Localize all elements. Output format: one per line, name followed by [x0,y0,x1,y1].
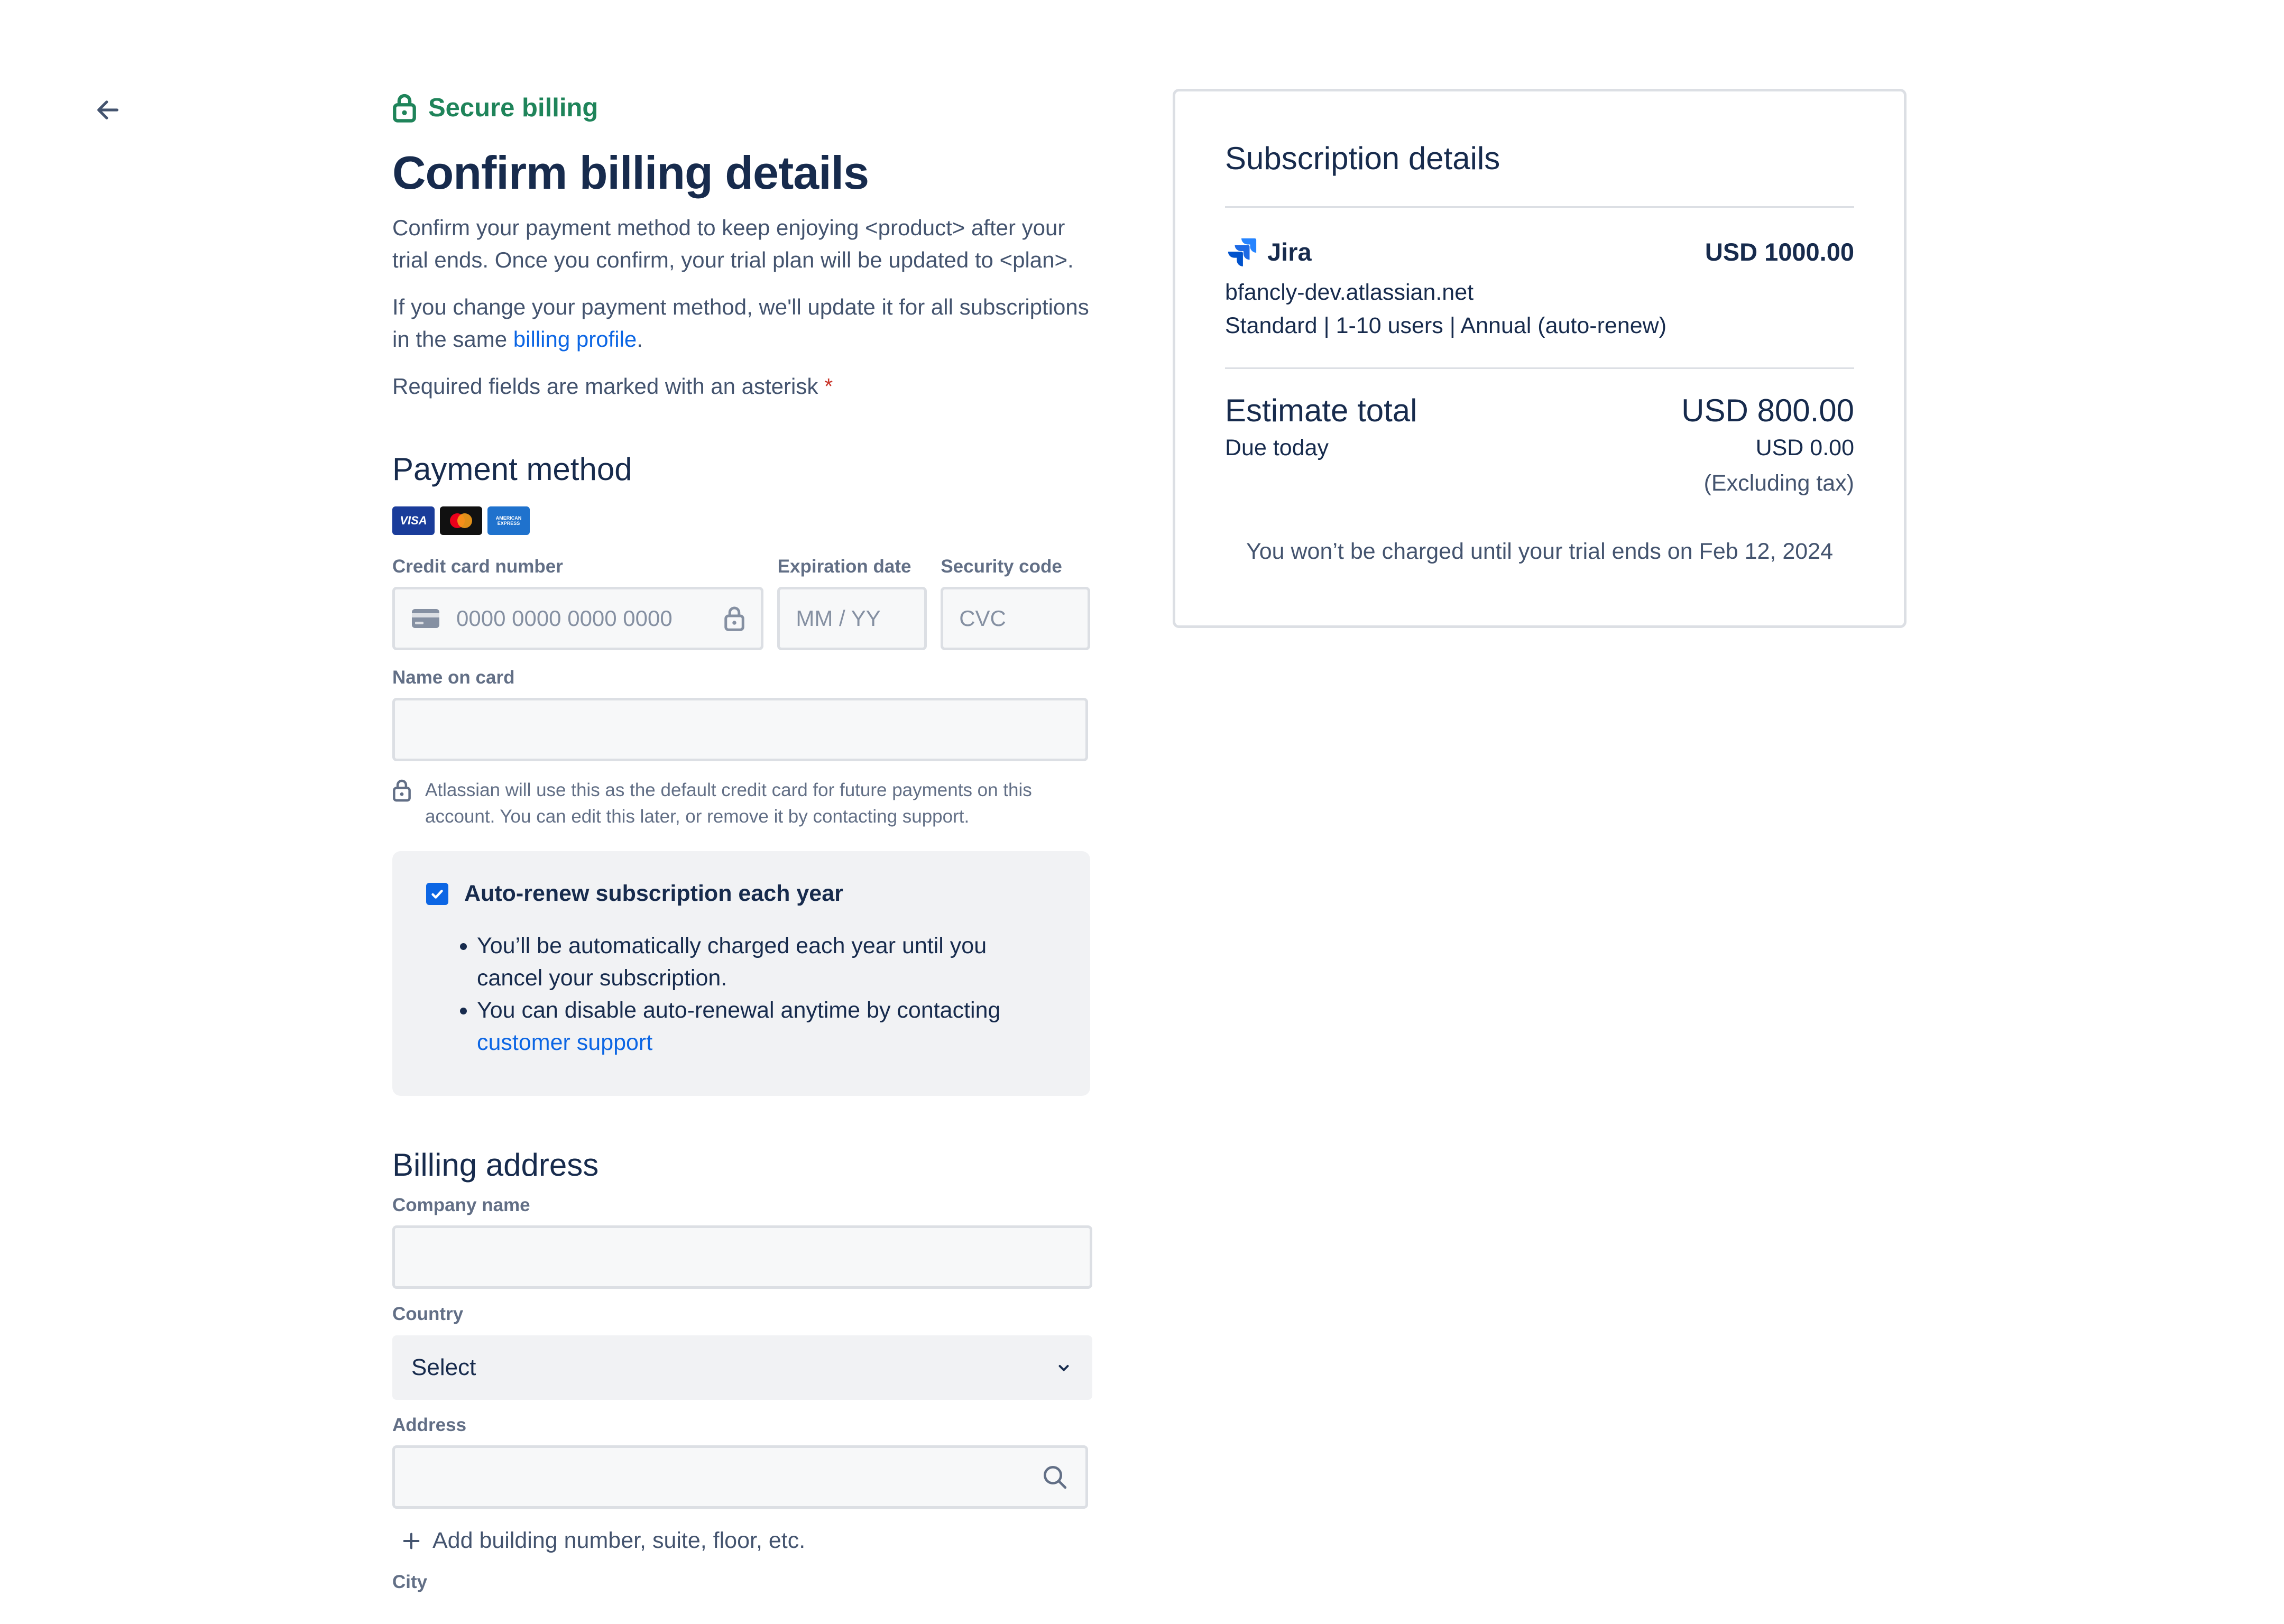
expiration-label: Expiration date [777,556,911,577]
plan-summary: Standard | 1-10 users | Annual (auto-ren… [1225,313,1667,338]
list-item: You’ll be automatically charged each yea… [477,930,1056,994]
card-number-label: Credit card number [392,556,563,577]
divider [1225,206,1854,208]
billing-address-title: Billing address [392,1147,599,1183]
customer-support-link[interactable]: customer support [477,1030,652,1055]
arrow-left-icon [97,100,118,119]
subscription-details-title: Subscription details [1225,141,1500,176]
company-name-field[interactable] [392,1225,1092,1289]
required-note-text: Required fields are marked with an aster… [392,374,818,399]
intro-text: Confirm your payment method to keep enjo… [392,215,1074,272]
visa-icon: VISA [392,506,435,535]
card-usage-notice: Atlassian will use this as the default c… [392,777,1090,830]
estimate-total-label: Estimate total [1225,393,1417,428]
product-row: Jira USD 1000.00 [1225,235,1854,268]
trial-charge-note: You won’t be charged until your trial en… [1246,539,1833,564]
secure-billing-label: Secure billing [392,89,1090,127]
card-labels-row: Credit card number Expiration date Secur… [392,556,1090,577]
back-button[interactable] [89,91,127,129]
address-label: Address [392,1415,467,1435]
required-note: Required fields are marked with an aster… [392,370,1090,402]
company-name-label: Company name [392,1195,530,1215]
change-note-prefix: If you change your payment method, we'll… [392,294,1089,352]
billing-profile-link[interactable]: billing profile [513,327,637,352]
security-code-label: Security code [941,556,1062,577]
add-address-line-label: Add building number, suite, floor, etc. [432,1528,806,1553]
check-icon [431,889,443,899]
chevron-down-icon [1058,1365,1069,1371]
subscription-details-card: Subscription details Jira USD 1000.00 bf… [1173,89,1907,628]
secure-billing-text: Secure billing [428,94,598,122]
security-code-placeholder: CVC [959,606,1006,631]
card-brand-logos: VISA AMERICAN EXPRESS [392,506,1090,535]
card-number-field[interactable]: 0000 0000 0000 0000 [392,587,764,650]
country-label: Country [392,1304,464,1324]
due-today-row: Due today USD 0.00 [1225,435,1854,461]
mastercard-icon [440,506,482,535]
amex-icon: AMERICAN EXPRESS [487,506,530,535]
name-on-card-field[interactable] [392,698,1088,761]
auto-renew-bullets: You’ll be automatically charged each yea… [426,930,1056,1059]
lock-icon [724,606,745,631]
change-note-suffix: . [637,327,643,352]
jira-logo-icon [1228,238,1257,266]
auto-renew-checkbox[interactable] [426,882,448,905]
expiration-placeholder: MM / YY [796,606,881,631]
country-select-value: Select [411,1354,476,1380]
estimate-total-value: USD 800.00 [1681,393,1854,428]
due-today-label: Due today [1225,435,1329,460]
card-inputs-row: 0000 0000 0000 0000 MM / YY CVC [392,587,1090,650]
payment-method-title: Payment method [392,451,632,487]
name-on-card-label: Name on card [392,667,515,688]
required-asterisk: * [824,374,833,399]
product-name-group: Jira [1225,235,1312,268]
estimate-row: Estimate total USD 800.00 [1225,392,1854,429]
card-usage-notice-text: Atlassian will use this as the default c… [425,780,1032,827]
auto-renew-row[interactable]: Auto-renew subscription each year [426,881,1056,907]
search-icon [1044,1466,1067,1489]
product-price: USD 1000.00 [1705,237,1854,266]
tax-note: (Excluding tax) [1703,470,1854,496]
change-note: If you change your payment method, we'll… [392,291,1090,355]
country-select[interactable]: Select [392,1335,1092,1400]
lock-icon [393,94,416,123]
city-label: City [392,1572,428,1592]
product-name: Jira [1267,237,1312,266]
site-url: bfancly-dev.atlassian.net [1225,280,1474,305]
renew-bullet-1: You’ll be automatically charged each yea… [477,933,987,991]
auto-renew-panel: Auto-renew subscription each year You’ll… [392,851,1090,1096]
add-address-line-button[interactable]: Add building number, suite, floor, etc. [401,1528,1090,1554]
page-title: Confirm billing details [392,146,869,199]
divider [1225,367,1854,369]
address-field[interactable] [392,1445,1088,1509]
lock-icon [393,779,411,802]
billing-form: Secure billing Confirm billing details C… [392,89,1092,1593]
security-code-field[interactable]: CVC [941,587,1090,650]
renew-bullet-2-prefix: You can disable auto-renewal anytime by … [477,998,1001,1023]
card-number-placeholder: 0000 0000 0000 0000 [456,606,673,631]
credit-card-icon [412,609,439,628]
expiration-date-field[interactable]: MM / YY [777,587,927,650]
plus-icon [403,1533,420,1549]
auto-renew-label: Auto-renew subscription each year [464,881,843,906]
list-item: You can disable auto-renewal anytime by … [477,994,1056,1059]
due-today-value: USD 0.00 [1755,435,1854,460]
